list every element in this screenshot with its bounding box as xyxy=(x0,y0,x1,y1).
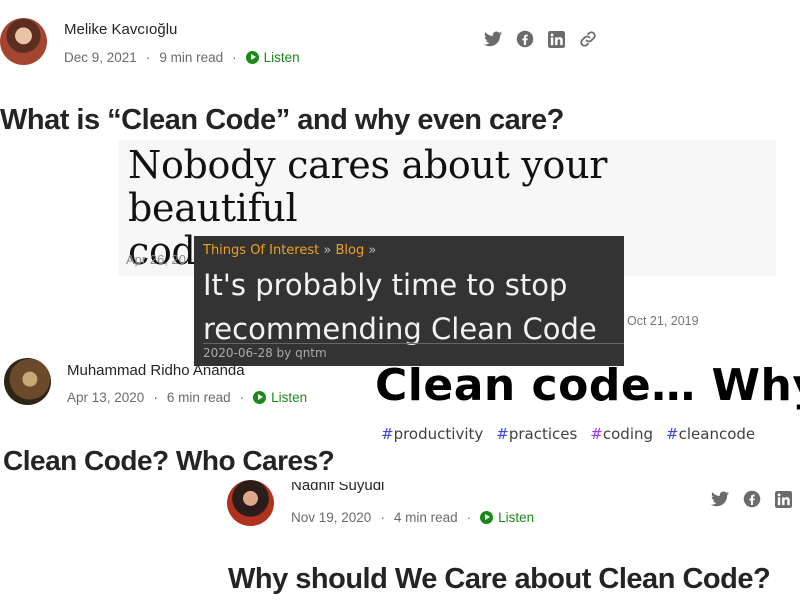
twitter-icon[interactable] xyxy=(484,31,502,47)
linkedin-icon[interactable] xyxy=(548,30,565,48)
listen-label: Listen xyxy=(498,510,535,525)
facebook-icon[interactable] xyxy=(516,30,534,48)
tag-list: #productivity #practices #coding #cleanc… xyxy=(381,425,768,443)
author-avatar-nadhif[interactable] xyxy=(227,480,274,526)
separator-dot: · xyxy=(232,50,237,65)
tag-cleancode[interactable]: #cleancode xyxy=(666,425,755,443)
separator-dot: · xyxy=(153,390,158,405)
tag-label: practices xyxy=(508,425,578,443)
play-icon xyxy=(480,511,494,524)
hash-mark: # xyxy=(381,425,394,443)
facebook-icon[interactable] xyxy=(743,490,761,508)
tag-label: coding xyxy=(602,425,654,443)
post-meta-3: Nov 19, 2020 · 4 min read · Listen xyxy=(291,510,534,525)
title-line: Nobody cares about your beautiful xyxy=(128,143,608,230)
breadcrumb-separator: » xyxy=(323,243,332,258)
article-date-oct: Oct 21, 2019 xyxy=(627,314,699,328)
author-name-nadhif[interactable]: Nadhif Suyudi xyxy=(291,482,384,496)
share-bar-3 xyxy=(711,490,792,508)
read-time: 4 min read xyxy=(393,510,458,525)
separator-dot: · xyxy=(145,50,151,65)
twitter-icon[interactable] xyxy=(711,491,729,507)
play-icon xyxy=(253,391,267,404)
tag-coding[interactable]: #coding xyxy=(590,425,653,443)
link-icon[interactable] xyxy=(579,30,597,48)
hash-mark: # xyxy=(590,425,603,443)
author-avatar-melike[interactable] xyxy=(0,18,47,65)
tag-label: productivity xyxy=(393,425,484,443)
article-title-clean-code-why[interactable]: Clean code… Why xyxy=(375,360,800,411)
breadcrumb-things-of-interest[interactable]: Things Of Interest xyxy=(203,243,319,258)
play-icon xyxy=(245,51,259,64)
listen-label: Listen xyxy=(263,50,300,65)
tag-practices[interactable]: #practices xyxy=(496,425,577,443)
article-date: Apr 26, 20 xyxy=(126,252,186,267)
divider xyxy=(203,343,624,344)
separator-dot: · xyxy=(380,510,385,525)
post-meta-2: Apr 13, 2020 · 6 min read · Listen xyxy=(67,390,307,405)
listen-button[interactable]: Listen xyxy=(245,50,300,65)
post-title-2[interactable]: Clean Code? Who Cares? xyxy=(3,445,335,477)
post-title-1[interactable]: What is “Clean Code” and why even care? xyxy=(0,104,564,137)
separator-dot: · xyxy=(239,390,245,405)
hash-mark: # xyxy=(496,425,509,443)
article-title-qntm[interactable]: It's probably time to stop recommending … xyxy=(203,263,623,351)
breadcrumb-blog[interactable]: Blog xyxy=(335,243,364,258)
post-meta-1: Dec 9, 2021 · 9 min read · Listen xyxy=(64,50,300,65)
post-title-3[interactable]: Why should We Care about Clean Code? xyxy=(228,563,771,596)
article-card-qntm[interactable]: Things Of Interest » Blog » It's probabl… xyxy=(194,236,624,366)
read-time: 9 min read xyxy=(159,50,224,65)
listen-button[interactable]: Listen xyxy=(480,510,534,525)
breadcrumb: Things Of Interest » Blog » xyxy=(203,243,376,258)
article-byline: 2020-06-28 by qntm xyxy=(203,346,327,360)
share-bar-1 xyxy=(484,30,597,48)
listen-label: Listen xyxy=(271,390,308,405)
breadcrumb-separator: » xyxy=(368,243,377,258)
linkedin-icon[interactable] xyxy=(775,490,792,508)
tag-productivity[interactable]: #productivity xyxy=(381,425,483,443)
listen-button[interactable]: Listen xyxy=(253,390,307,405)
post-date: Dec 9, 2021 xyxy=(64,50,137,65)
tag-label: cleancode xyxy=(678,425,756,443)
author-avatar-ridho[interactable] xyxy=(4,358,51,405)
separator-dot: · xyxy=(466,510,472,525)
hash-mark: # xyxy=(666,425,679,443)
post-date: Apr 13, 2020 xyxy=(67,390,145,405)
author-name-melike[interactable]: Melike Kavcıoğlu xyxy=(64,21,177,38)
post-date: Nov 19, 2020 xyxy=(291,510,372,525)
read-time: 6 min read xyxy=(166,390,231,405)
